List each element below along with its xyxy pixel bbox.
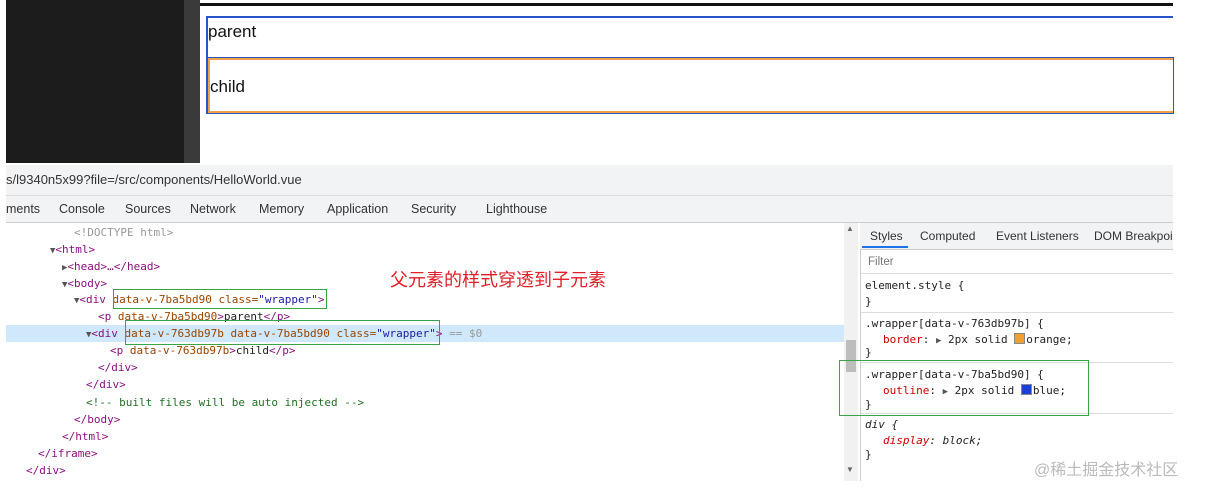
rule-close: } (865, 346, 872, 359)
rule-close: } (865, 295, 872, 308)
tab-styles[interactable]: Styles (870, 229, 903, 243)
annotation-box-outline-rule (839, 360, 1089, 416)
tab-console[interactable]: Console (59, 202, 105, 216)
dom-div-close[interactable]: </div> (98, 361, 138, 374)
dom-doctype[interactable]: <!DOCTYPE html> (74, 226, 173, 239)
sidebar-dark-area (6, 0, 184, 163)
tab-event-listeners[interactable]: Event Listeners (996, 229, 1079, 243)
child-wrapper-box (207, 57, 1174, 114)
page-top-border (200, 3, 1173, 6)
devtools-url: s/l9340n5x99?file=/src/components/HelloW… (6, 172, 302, 187)
rule-element-style[interactable]: element.style { (865, 279, 964, 292)
dom-comment[interactable]: <!-- built files will be auto injected -… (86, 396, 364, 409)
parent-text: parent (208, 22, 257, 41)
dom-div-close[interactable]: </div> (86, 378, 126, 391)
rule-div-selector[interactable]: div { (865, 418, 898, 431)
rule-wrapper-763-selector[interactable]: .wrapper[data-v-763db97b] { (865, 317, 1044, 330)
dom-body-row[interactable]: ▼<body> (62, 277, 107, 290)
styles-filter-input[interactable] (861, 251, 1173, 274)
tab-network[interactable]: Network (190, 202, 236, 216)
dom-html-close[interactable]: </html> (62, 430, 108, 443)
dom-body-close[interactable]: </body> (74, 413, 120, 426)
child-text: child (210, 77, 245, 96)
dom-head-row[interactable]: ▶<head>…</head> (62, 260, 160, 273)
tab-elements[interactable]: ments (6, 202, 40, 216)
tab-computed[interactable]: Computed (920, 229, 975, 243)
rule-border-declaration[interactable]: border: ▶ 2px solid orange; (883, 333, 1073, 346)
scroll-down-icon[interactable]: ▼ (846, 465, 854, 474)
tab-application[interactable]: Application (327, 202, 388, 216)
scroll-up-icon[interactable]: ▲ (846, 224, 854, 233)
filter-placeholder: Filter (868, 256, 894, 268)
dom-iframe-close[interactable]: </iframe> (38, 447, 98, 460)
rule-display-declaration[interactable]: display: block; (883, 434, 982, 447)
rule-close: } (865, 448, 872, 461)
devtools-tabs-bar (6, 196, 1173, 223)
tab-security[interactable]: Security (411, 202, 456, 216)
annotation-box-child-div (125, 320, 440, 345)
dom-div-close[interactable]: </div> (26, 464, 66, 477)
tab-dom-breakpoints[interactable]: DOM Breakpoi (1094, 229, 1173, 243)
expand-triangle-icon[interactable]: ▶ (936, 336, 941, 346)
annotation-box-parent-div (113, 289, 327, 309)
watermark: @稀土掘金技术社区 (1034, 462, 1179, 479)
tab-sources[interactable]: Sources (125, 202, 171, 216)
dom-html-row[interactable]: ▼<html> (50, 243, 95, 256)
dom-p-child-row[interactable]: <p data-v-763db97b>child</p> (110, 344, 295, 357)
rule-divider (861, 312, 1173, 313)
annotation-text: 父元素的样式穿透到子元素 (390, 270, 606, 290)
tab-memory[interactable]: Memory (259, 202, 304, 216)
color-swatch-orange[interactable] (1014, 333, 1026, 344)
tab-lighthouse[interactable]: Lighthouse (486, 202, 547, 216)
active-tab-indicator (862, 246, 908, 248)
sidebar-divider (184, 0, 200, 163)
